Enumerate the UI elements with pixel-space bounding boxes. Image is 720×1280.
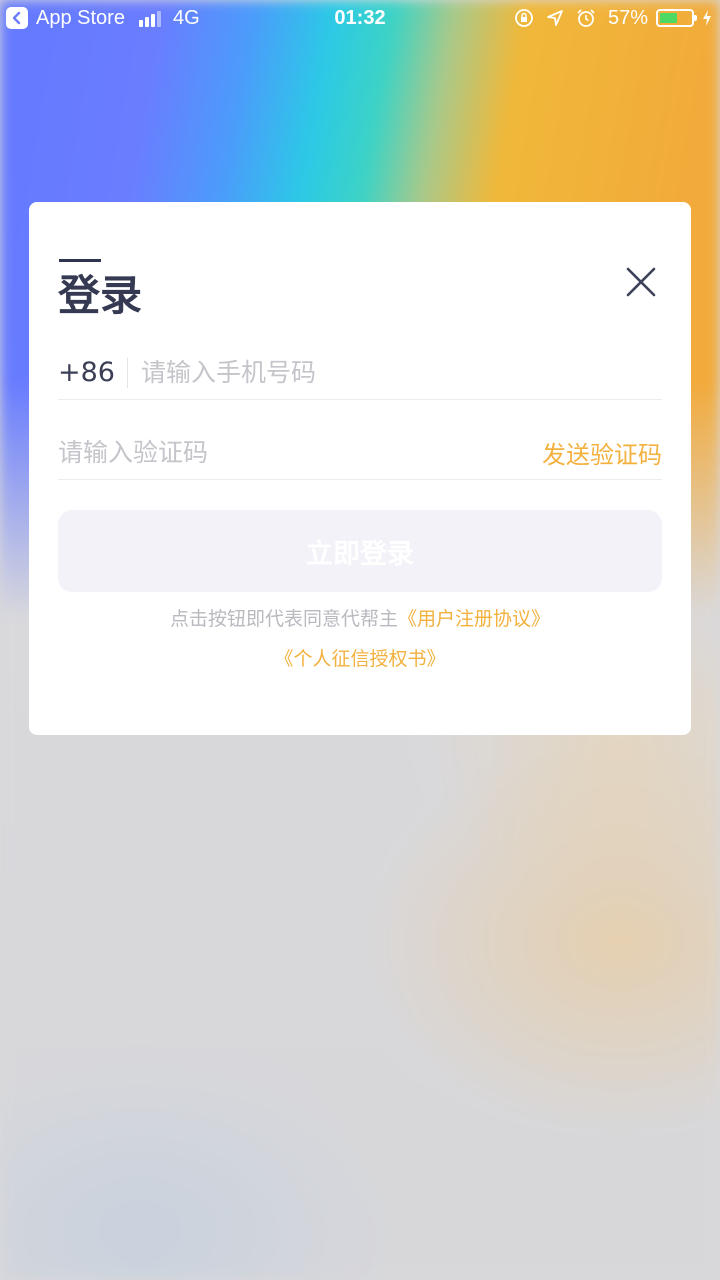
phone-input[interactable] (140, 352, 662, 393)
verification-code-input[interactable] (58, 432, 542, 473)
screen: App Store 4G 01:32 57% 登录 +86 请输入手机号码 请输… (0, 0, 720, 1280)
status-bar: App Store 4G 01:32 57% (0, 0, 720, 38)
verification-code-field: 发送验证码 (58, 426, 662, 480)
agreement-text: 点击按钮即代表同意代帮主《用户注册协议》 (29, 604, 691, 631)
login-button[interactable]: 立即登录 (58, 510, 662, 592)
send-code-button[interactable]: 发送验证码 (542, 435, 662, 470)
status-icons: 57% (502, 7, 712, 29)
location-arrow-icon (546, 9, 564, 27)
title-accent-bar (59, 259, 101, 262)
country-code[interactable]: +86 (58, 357, 128, 388)
orientation-lock-icon (514, 8, 534, 28)
agreement-prefix: 点击按钮即代表同意代帮主 (169, 608, 398, 630)
credit-authorization-link[interactable]: 《个人征信授权书》 (274, 648, 445, 670)
agreement-text-line2: 《个人征信授权书》 (29, 644, 691, 671)
alarm-clock-icon (576, 8, 596, 28)
page-title: 登录 (58, 271, 143, 320)
close-button[interactable] (619, 260, 663, 304)
lightning-bolt-icon (702, 9, 712, 27)
battery-level-fill (660, 13, 677, 23)
close-icon (626, 267, 656, 297)
user-agreement-link[interactable]: 《用户注册协议》 (398, 608, 550, 630)
battery-percent: 57% (607, 7, 648, 29)
phone-field: +86 (58, 346, 662, 400)
login-dialog: 登录 +86 发送验证码 立即登录 点击按钮即代表同意代帮主《用户注册协议》 《… (29, 202, 691, 735)
battery-icon (656, 9, 697, 27)
